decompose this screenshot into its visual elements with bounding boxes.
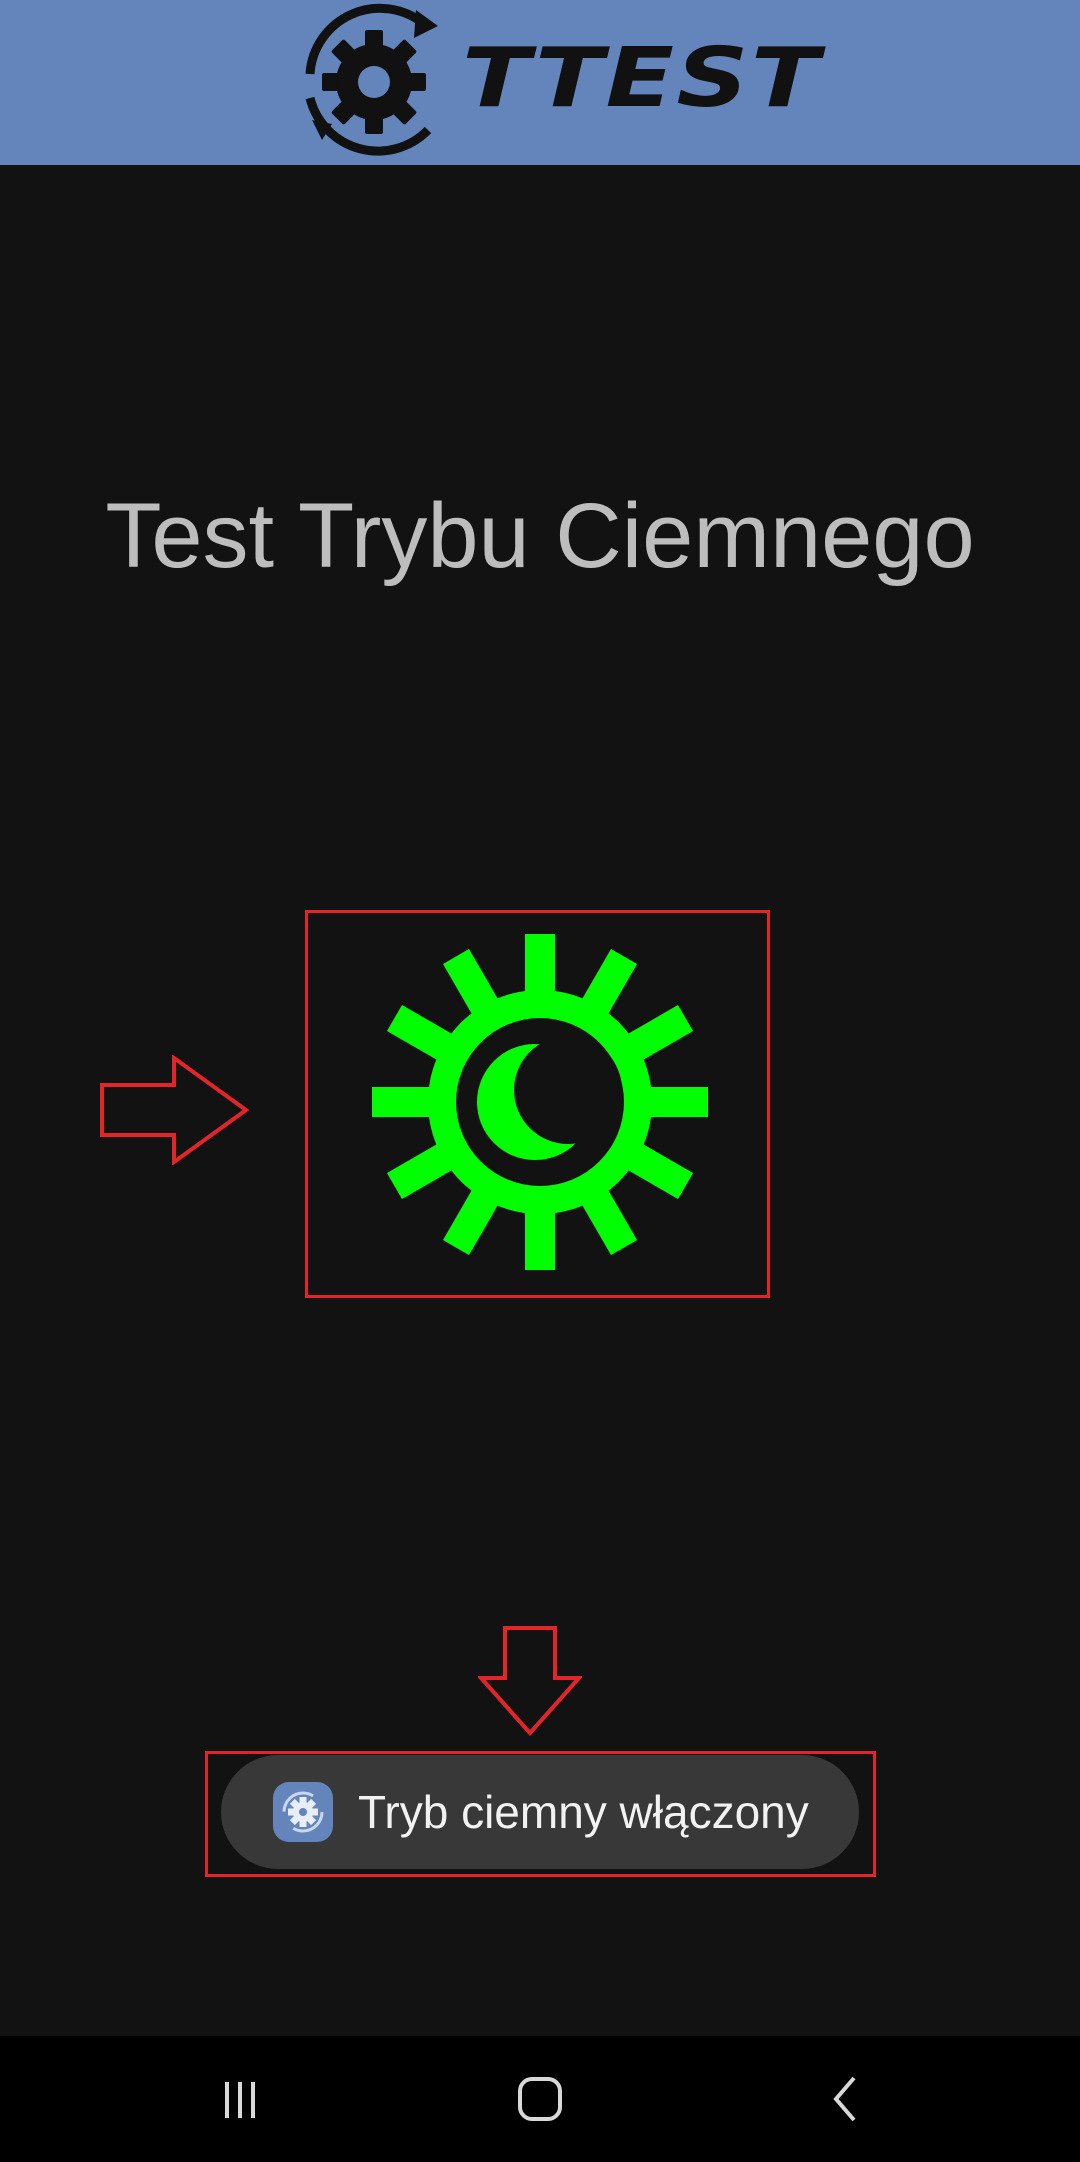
recent-apps-icon — [225, 2082, 255, 2118]
logo-text: TTEST — [462, 31, 822, 126]
app-logo: TTEST — [296, 2, 819, 162]
recent-apps-button[interactable] — [190, 2056, 290, 2142]
toast-message: Tryb ciemny włączony — [358, 1786, 809, 1838]
home-button[interactable] — [490, 2056, 590, 2142]
back-icon — [833, 2076, 856, 2122]
sun-moon-icon[interactable] — [370, 932, 710, 1272]
system-navigation-bar — [0, 2036, 1080, 2162]
page-title: Test Trybu Ciemnego — [105, 485, 975, 587]
arrow-right-icon — [100, 1055, 250, 1165]
back-button[interactable] — [795, 2056, 895, 2142]
app-screen: TTEST Test Trybu Ciemnego Tryb ciemny wł… — [0, 0, 1080, 2162]
gear-icon — [282, 1791, 324, 1833]
app-icon — [273, 1782, 333, 1842]
arrow-down-icon — [478, 1626, 582, 1736]
toast-notification: Tryb ciemny włączony — [221, 1755, 859, 1869]
app-header: TTEST — [0, 0, 1080, 165]
home-icon — [518, 2077, 562, 2121]
gear-cycle-icon — [305, 3, 438, 156]
